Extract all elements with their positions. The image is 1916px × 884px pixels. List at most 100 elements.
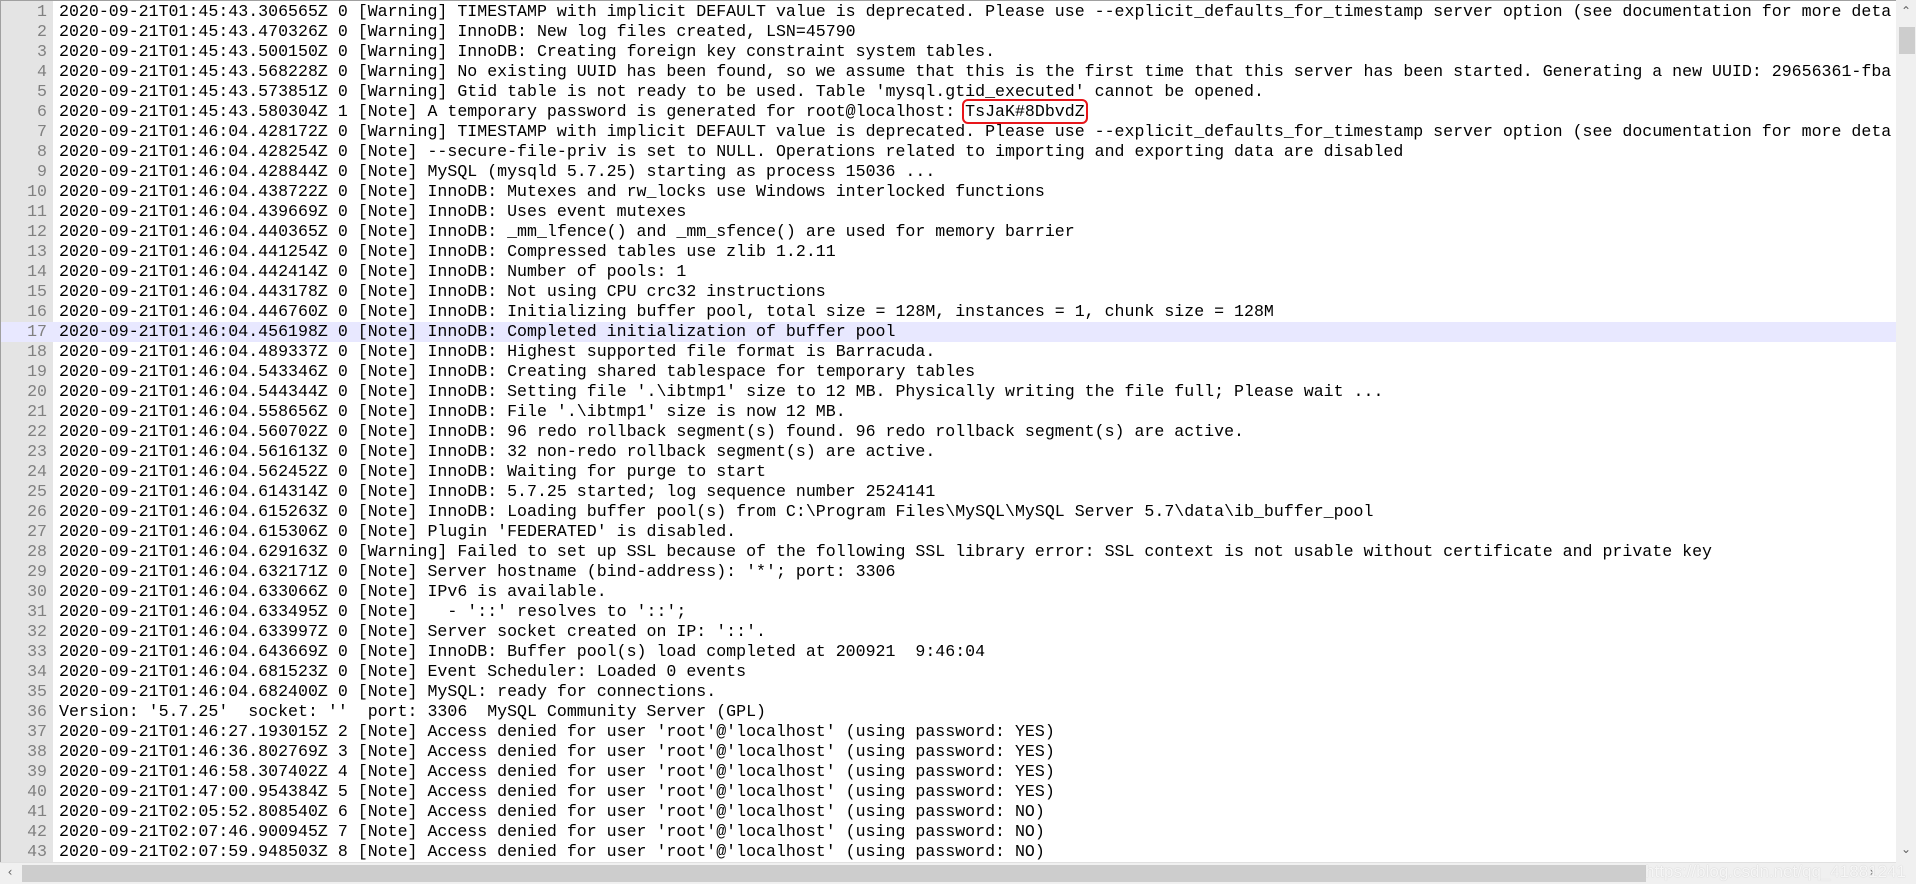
log-line[interactable]: 1 2020-09-21T01:45:43.306565Z 0 [Warning]… — [1, 2, 1896, 22]
log-line[interactable]: 21 2020-09-21T01:46:04.558656Z 0 [Note] I… — [1, 402, 1896, 422]
line-text: 2020-09-21T01:46:04.615263Z 0 [Note] Inn… — [59, 502, 1374, 521]
line-text: 2020-09-21T01:46:04.560702Z 0 [Note] Inn… — [59, 422, 1244, 441]
line-text: 2020-09-21T02:07:46.900945Z 7 [Note] Acc… — [59, 822, 1045, 841]
line-number: 8 — [37, 142, 47, 161]
log-line[interactable]: 16 2020-09-21T01:46:04.446760Z 0 [Note] I… — [1, 302, 1896, 322]
temporary-password-highlight[interactable]: TsJaK#8DbvdZ — [962, 99, 1088, 124]
line-text: 2020-09-21T01:46:04.633997Z 0 [Note] Ser… — [59, 622, 767, 641]
log-line[interactable]: 30 2020-09-21T01:46:04.633066Z 0 [Note] I… — [1, 582, 1896, 602]
line-number: 18 — [27, 342, 47, 361]
line-number: 40 — [27, 782, 47, 801]
log-line[interactable]: 10 2020-09-21T01:46:04.438722Z 0 [Note] I… — [1, 182, 1896, 202]
log-line[interactable]: 41 2020-09-21T02:05:52.808540Z 6 [Note] A… — [1, 802, 1896, 822]
line-text: 2020-09-21T01:46:04.681523Z 0 [Note] Eve… — [59, 662, 747, 681]
line-text: 2020-09-21T01:45:43.568228Z 0 [Warning] … — [59, 62, 1892, 81]
log-line[interactable]: 42 2020-09-21T02:07:46.900945Z 7 [Note] A… — [1, 822, 1896, 842]
line-text: 2020-09-21T01:46:27.193015Z 2 [Note] Acc… — [59, 722, 1055, 741]
log-line[interactable]: 17 2020-09-21T01:46:04.456198Z 0 [Note] I… — [1, 322, 1896, 342]
log-line[interactable]: 13 2020-09-21T01:46:04.441254Z 0 [Note] I… — [1, 242, 1896, 262]
line-text: 2020-09-21T01:46:04.489337Z 0 [Note] Inn… — [59, 342, 936, 361]
log-line[interactable]: 4 2020-09-21T01:45:43.568228Z 0 [Warning]… — [1, 62, 1896, 82]
log-line[interactable]: 27 2020-09-21T01:46:04.615306Z 0 [Note] P… — [1, 522, 1896, 542]
log-line[interactable]: 19 2020-09-21T01:46:04.543346Z 0 [Note] I… — [1, 362, 1896, 382]
line-number: 15 — [27, 282, 47, 301]
log-line[interactable]: 37 2020-09-21T01:46:27.193015Z 2 [Note] A… — [1, 722, 1896, 742]
line-text: 2020-09-21T01:46:58.307402Z 4 [Note] Acc… — [59, 762, 1055, 781]
line-text: 2020-09-21T01:46:04.428172Z 0 [Warning] … — [59, 122, 1892, 141]
log-line[interactable]: 18 2020-09-21T01:46:04.489337Z 0 [Note] I… — [1, 342, 1896, 362]
log-line[interactable]: 3 2020-09-21T01:45:43.500150Z 0 [Warning]… — [1, 42, 1896, 62]
line-number: 27 — [27, 522, 47, 541]
line-text: 2020-09-21T01:46:04.446760Z 0 [Note] Inn… — [59, 302, 1274, 321]
log-line[interactable]: 35 2020-09-21T01:46:04.682400Z 0 [Note] M… — [1, 682, 1896, 702]
line-text: 2020-09-21T01:45:43.580304Z 1 [Note] A t… — [59, 99, 1088, 124]
line-number: 29 — [27, 562, 47, 581]
chevron-left-icon[interactable]: ‹ — [0, 865, 20, 879]
horizontal-scroll-thumb[interactable] — [22, 865, 1646, 882]
line-number: 6 — [37, 102, 47, 121]
chevron-up-icon[interactable]: ⌃ — [1896, 4, 1916, 18]
log-line[interactable]: 23 2020-09-21T01:46:04.561613Z 0 [Note] I… — [1, 442, 1896, 462]
line-text: Version: '5.7.25' socket: '' port: 3306 … — [59, 702, 767, 721]
line-number: 32 — [27, 622, 47, 641]
log-line[interactable]: 34 2020-09-21T01:46:04.681523Z 0 [Note] E… — [1, 662, 1896, 682]
log-line[interactable]: 39 2020-09-21T01:46:58.307402Z 4 [Note] A… — [1, 762, 1896, 782]
log-line[interactable]: 5 2020-09-21T01:45:43.573851Z 0 [Warning]… — [1, 82, 1896, 102]
line-text: 2020-09-21T01:46:04.633066Z 0 [Note] IPv… — [59, 582, 607, 601]
log-line[interactable]: 29 2020-09-21T01:46:04.632171Z 0 [Note] S… — [1, 562, 1896, 582]
vertical-scrollbar[interactable]: ⌃ ⌄ — [1896, 0, 1916, 862]
log-line[interactable]: 20 2020-09-21T01:46:04.544344Z 0 [Note] I… — [1, 382, 1896, 402]
line-text: 2020-09-21T01:46:04.561613Z 0 [Note] Inn… — [59, 442, 936, 461]
log-line[interactable]: 33 2020-09-21T01:46:04.643669Z 0 [Note] I… — [1, 642, 1896, 662]
line-text: 2020-09-21T01:45:43.573851Z 0 [Warning] … — [59, 82, 1264, 101]
line-number: 10 — [27, 182, 47, 201]
text-editor[interactable]: 1 2020-09-21T01:45:43.306565Z 0 [Warning]… — [0, 0, 1896, 862]
line-text: 2020-09-21T01:46:04.442414Z 0 [Note] Inn… — [59, 262, 687, 281]
log-line[interactable]: 31 2020-09-21T01:46:04.633495Z 0 [Note] -… — [1, 602, 1896, 622]
line-text: 2020-09-21T01:46:04.428844Z 0 [Note] MyS… — [59, 162, 936, 181]
log-line[interactable]: 8 2020-09-21T01:46:04.428254Z 0 [Note] --… — [1, 142, 1896, 162]
log-line[interactable]: 43 2020-09-21T02:07:59.948503Z 8 [Note] A… — [1, 842, 1896, 862]
log-line[interactable]: 32 2020-09-21T01:46:04.633997Z 0 [Note] S… — [1, 622, 1896, 642]
vertical-scroll-thumb[interactable] — [1899, 27, 1915, 54]
log-line[interactable]: 22 2020-09-21T01:46:04.560702Z 0 [Note] I… — [1, 422, 1896, 442]
log-line[interactable]: 9 2020-09-21T01:46:04.428844Z 0 [Note] My… — [1, 162, 1896, 182]
line-number: 34 — [27, 662, 47, 681]
line-number: 33 — [27, 642, 47, 661]
line-text: 2020-09-21T02:05:52.808540Z 6 [Note] Acc… — [59, 802, 1045, 821]
log-line[interactable]: 2 2020-09-21T01:45:43.470326Z 0 [Warning]… — [1, 22, 1896, 42]
line-text-prefix: 2020-09-21T01:45:43.580304Z 1 [Note] A t… — [59, 102, 966, 121]
log-line[interactable]: 24 2020-09-21T01:46:04.562452Z 0 [Note] I… — [1, 462, 1896, 482]
log-line[interactable]: 14 2020-09-21T01:46:04.442414Z 0 [Note] I… — [1, 262, 1896, 282]
line-text: 2020-09-21T01:46:04.629163Z 0 [Warning] … — [59, 542, 1713, 561]
watermark: https://blog.csdn.net/qq_41881241 — [1645, 862, 1906, 881]
chevron-down-icon[interactable]: ⌄ — [1896, 842, 1916, 856]
line-text: 2020-09-21T01:46:04.562452Z 0 [Note] Inn… — [59, 462, 767, 481]
line-number: 39 — [27, 762, 47, 781]
line-text: 2020-09-21T01:46:04.633495Z 0 [Note] - '… — [59, 602, 687, 621]
line-number: 11 — [27, 202, 47, 221]
log-line[interactable]: 6 2020-09-21T01:45:43.580304Z 1 [Note] A … — [1, 99, 1896, 124]
line-number: 9 — [37, 162, 47, 181]
line-number: 43 — [27, 842, 47, 861]
log-line[interactable]: 38 2020-09-21T01:46:36.802769Z 3 [Note] A… — [1, 742, 1896, 762]
horizontal-scrollbar[interactable]: ‹ › — [0, 862, 1896, 884]
log-line[interactable]: 40 2020-09-21T01:47:00.954384Z 5 [Note] A… — [1, 782, 1896, 802]
log-line[interactable]: 7 2020-09-21T01:46:04.428172Z 0 [Warning]… — [1, 122, 1896, 142]
line-number: 28 — [27, 542, 47, 561]
line-number: 36 — [27, 702, 47, 721]
line-number: 37 — [27, 722, 47, 741]
line-text: 2020-09-21T01:45:43.500150Z 0 [Warning] … — [59, 42, 996, 61]
log-line[interactable]: 36 Version: '5.7.25' socket: '' port: 330… — [1, 702, 1896, 722]
log-line[interactable]: 26 2020-09-21T01:46:04.615263Z 0 [Note] I… — [1, 502, 1896, 522]
log-line[interactable]: 15 2020-09-21T01:46:04.443178Z 0 [Note] I… — [1, 282, 1896, 302]
log-line[interactable]: 25 2020-09-21T01:46:04.614314Z 0 [Note] I… — [1, 482, 1896, 502]
log-line[interactable]: 11 2020-09-21T01:46:04.439669Z 0 [Note] I… — [1, 202, 1896, 222]
line-number: 14 — [27, 262, 47, 281]
log-line[interactable]: 28 2020-09-21T01:46:04.629163Z 0 [Warning… — [1, 542, 1896, 562]
log-line[interactable]: 12 2020-09-21T01:46:04.440365Z 0 [Note] I… — [1, 222, 1896, 242]
line-text: 2020-09-21T01:46:04.443178Z 0 [Note] Inn… — [59, 282, 826, 301]
line-text: 2020-09-21T01:46:04.456198Z 0 [Note] Inn… — [59, 322, 896, 341]
line-text: 2020-09-21T01:46:04.439669Z 0 [Note] Inn… — [59, 202, 687, 221]
line-text: 2020-09-21T01:46:04.544344Z 0 [Note] Inn… — [59, 382, 1384, 401]
